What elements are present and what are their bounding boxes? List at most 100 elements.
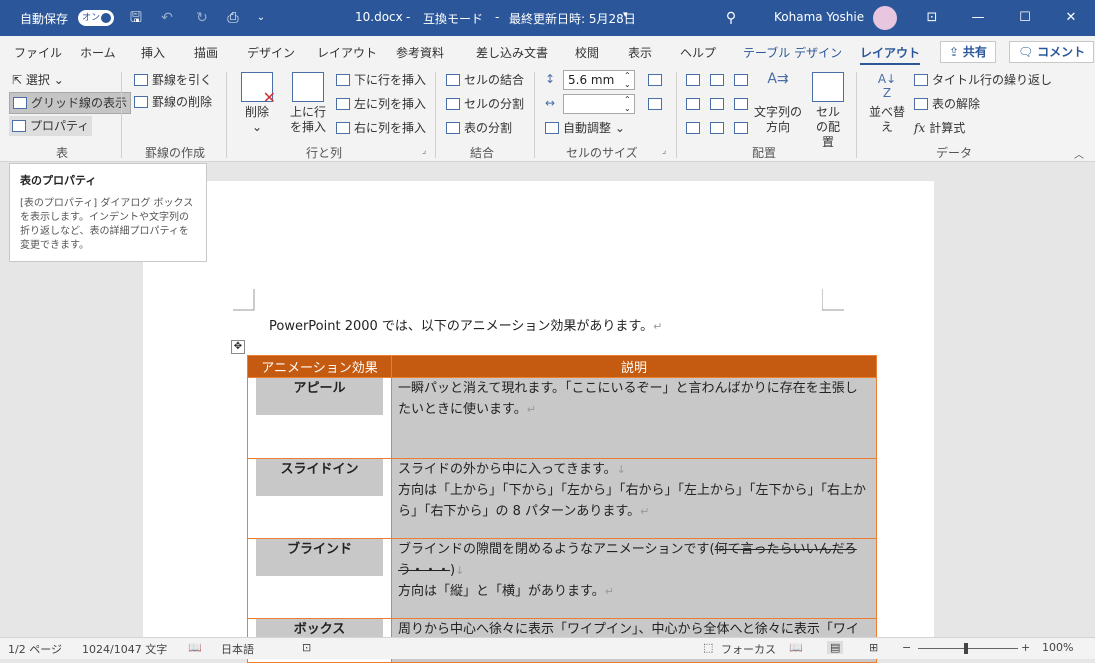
group-label-size: セルのサイズ <box>566 146 638 160</box>
maximize-icon[interactable]: ☐ <box>1013 6 1037 30</box>
align-top-center-icon[interactable] <box>710 74 724 86</box>
autosave-toggle[interactable]: オン <box>78 10 114 26</box>
insert-right-button[interactable]: 右に列を挿入 <box>336 118 426 138</box>
tab-file[interactable]: ファイル <box>14 44 62 61</box>
gridlines-button[interactable]: グリッド線の表示 <box>9 92 132 114</box>
zoom-in-icon[interactable]: + <box>1021 641 1030 654</box>
autofit-button[interactable]: 自動調整 ⌄ <box>545 118 625 138</box>
tab-insert[interactable]: 挿入 <box>141 44 165 61</box>
comment-button[interactable]: 🗨 コメント <box>1009 41 1095 63</box>
effect-cell[interactable]: スライドイン <box>247 458 392 539</box>
tab-design[interactable]: デザイン <box>247 44 295 61</box>
split-table-button[interactable]: 表の分割 <box>446 118 512 138</box>
merge-cells-button[interactable]: セルの結合 <box>446 70 524 90</box>
effect-cell[interactable]: ブラインド <box>247 538 392 619</box>
group-label-align: 配置 <box>752 146 777 160</box>
avatar[interactable] <box>873 6 897 30</box>
align-top-right-icon[interactable] <box>734 74 748 86</box>
tab-table-design[interactable]: テーブル デザイン <box>743 44 842 61</box>
status-bar: 1/2 ページ 1024/1047 文字 📖 日本語 ⊡ ⬚ フォーカス 📖 ▤… <box>0 637 1095 659</box>
distribute-columns-icon[interactable] <box>648 98 662 110</box>
chevron-down-icon[interactable]: ▾ <box>623 10 628 20</box>
insert-left-button[interactable]: 左に列を挿入 <box>336 94 426 114</box>
grid-icon <box>13 97 27 109</box>
tab-mailings[interactable]: 差し込み文書 <box>476 44 548 61</box>
focus-icon[interactable]: ⬚ <box>703 641 713 654</box>
insert-above-button[interactable]: 上に行を挿入 <box>285 72 331 135</box>
formula-button[interactable]: fx 計算式 <box>914 118 965 138</box>
table-row: ブラインド ブラインドの隙間を閉めるようなアニメーションです(何て言ったらいいん… <box>247 538 877 619</box>
align-bottom-right-icon[interactable] <box>734 122 748 134</box>
web-layout-icon[interactable]: ⊞ <box>869 641 878 654</box>
share-button[interactable]: ⇪ 共有 <box>940 41 996 63</box>
zoom-slider-handle[interactable] <box>964 643 968 654</box>
description-text: スライドの外から中に入ってきます。 <box>398 462 617 477</box>
zoom-slider[interactable] <box>918 648 1018 649</box>
modified-date[interactable]: 最終更新日時: 5月28日 <box>509 10 636 27</box>
collapse-ribbon-icon[interactable]: ︿ <box>1074 146 1084 161</box>
redo-icon[interactable]: ↻ <box>193 9 211 27</box>
sort-button[interactable]: A↓ Z 並べ替え <box>864 72 910 135</box>
save-icon[interactable]: 🖫 <box>127 9 145 27</box>
customize-toolbar-icon[interactable]: ⌄ <box>252 9 270 27</box>
focus-mode[interactable]: フォーカス <box>721 641 776 657</box>
tab-home[interactable]: ホーム <box>80 44 116 61</box>
align-bottom-left-icon[interactable] <box>686 122 700 134</box>
ribbon-display-icon[interactable]: ⊡ <box>920 6 944 30</box>
header-cell[interactable]: アニメーション効果 <box>247 355 392 378</box>
close-icon[interactable]: ✕ <box>1059 6 1083 30</box>
zoom-out-icon[interactable]: − <box>902 641 911 654</box>
tab-view[interactable]: 表示 <box>628 44 652 61</box>
row-height-input[interactable]: 5.6 mm <box>563 70 635 90</box>
description-cell[interactable]: スライドの外から中に入ってきます。↓ 方向は「上から」「下から」「左から」「右から… <box>391 458 877 539</box>
read-mode-icon[interactable]: 📖 <box>789 641 803 654</box>
ribbon-tabs: ファイル ホーム 挿入 描画 デザイン レイアウト 参考資料 差し込み文書 校閲… <box>0 36 1095 66</box>
draw-table-button[interactable]: 罫線を引く <box>134 70 212 90</box>
delete-button[interactable]: ✕ 削除 ⌄ <box>237 72 277 135</box>
zoom-level[interactable]: 100% <box>1042 641 1073 654</box>
table-move-handle-icon[interactable]: ✥ <box>231 340 245 354</box>
macro-icon[interactable]: ⊡ <box>302 641 311 654</box>
minimize-icon[interactable]: — <box>966 6 990 30</box>
align-bottom-center-icon[interactable] <box>710 122 724 134</box>
table-properties-button[interactable]: プロパティ <box>9 116 93 136</box>
language[interactable]: 日本語 <box>221 641 254 657</box>
tab-review[interactable]: 校閲 <box>575 44 599 61</box>
tab-table-layout[interactable]: レイアウト <box>860 44 921 65</box>
dialog-launcher-icon[interactable]: ⌟ <box>662 146 666 156</box>
eraser-button[interactable]: 罫線の削除 <box>134 92 212 112</box>
undo-icon[interactable]: ↶ <box>158 9 176 27</box>
user-name[interactable]: Kohama Yoshie <box>774 10 864 24</box>
description-cell[interactable]: ブラインドの隙間を閉めるようなアニメーションです(何て言ったらいいんだろう・・・… <box>391 538 877 619</box>
word-count[interactable]: 1024/1047 文字 <box>82 641 167 657</box>
column-width-input[interactable] <box>563 94 635 114</box>
dialog-launcher-icon[interactable]: ⌟ <box>422 146 426 156</box>
cell-margins-button[interactable]: セルの配置 <box>808 72 848 150</box>
distribute-rows-icon[interactable] <box>648 74 662 86</box>
convert-to-text-button[interactable]: 表の解除 <box>914 94 980 114</box>
split-cells-button[interactable]: セルの分割 <box>446 94 524 114</box>
search-icon[interactable]: ⚲ <box>722 9 740 27</box>
page-count[interactable]: 1/2 ページ <box>8 641 62 657</box>
insert-below-button[interactable]: 下に行を挿入 <box>336 70 426 90</box>
align-middle-center-icon[interactable] <box>710 98 724 110</box>
description-cell[interactable]: 一瞬パッと消えて現れます。「ここにいるぞー」と言わんばかりに存在を主張したいとき… <box>391 377 877 459</box>
intro-paragraph[interactable]: PowerPoint 2000 では、以下のアニメーション効果があります。↵ <box>269 315 662 334</box>
eraser-icon <box>134 96 148 108</box>
text-direction-button[interactable]: A⇉ 文字列の方向 <box>752 72 804 135</box>
select-button[interactable]: ⇱ 選択 ⌄ <box>12 70 64 90</box>
print-preview-icon[interactable]: ⎙ <box>224 9 242 27</box>
tab-draw[interactable]: 描画 <box>194 44 218 61</box>
print-layout-icon[interactable]: ▤ <box>827 641 844 654</box>
proofing-icon[interactable]: 📖 <box>188 641 202 654</box>
animation-table[interactable]: アニメーション効果 説明 アピール 一瞬パッと消えて現れます。「ここにいるぞー」… <box>247 355 877 663</box>
tab-references[interactable]: 参考資料 <box>396 44 444 61</box>
tab-layout[interactable]: レイアウト <box>317 44 377 61</box>
align-top-left-icon[interactable] <box>686 74 700 86</box>
align-middle-right-icon[interactable] <box>734 98 748 110</box>
align-middle-left-icon[interactable] <box>686 98 700 110</box>
header-cell[interactable]: 説明 <box>391 355 877 378</box>
repeat-header-button[interactable]: タイトル行の繰り返し <box>914 70 1052 90</box>
effect-cell[interactable]: アピール <box>247 377 392 459</box>
tab-help[interactable]: ヘルプ <box>680 44 716 61</box>
